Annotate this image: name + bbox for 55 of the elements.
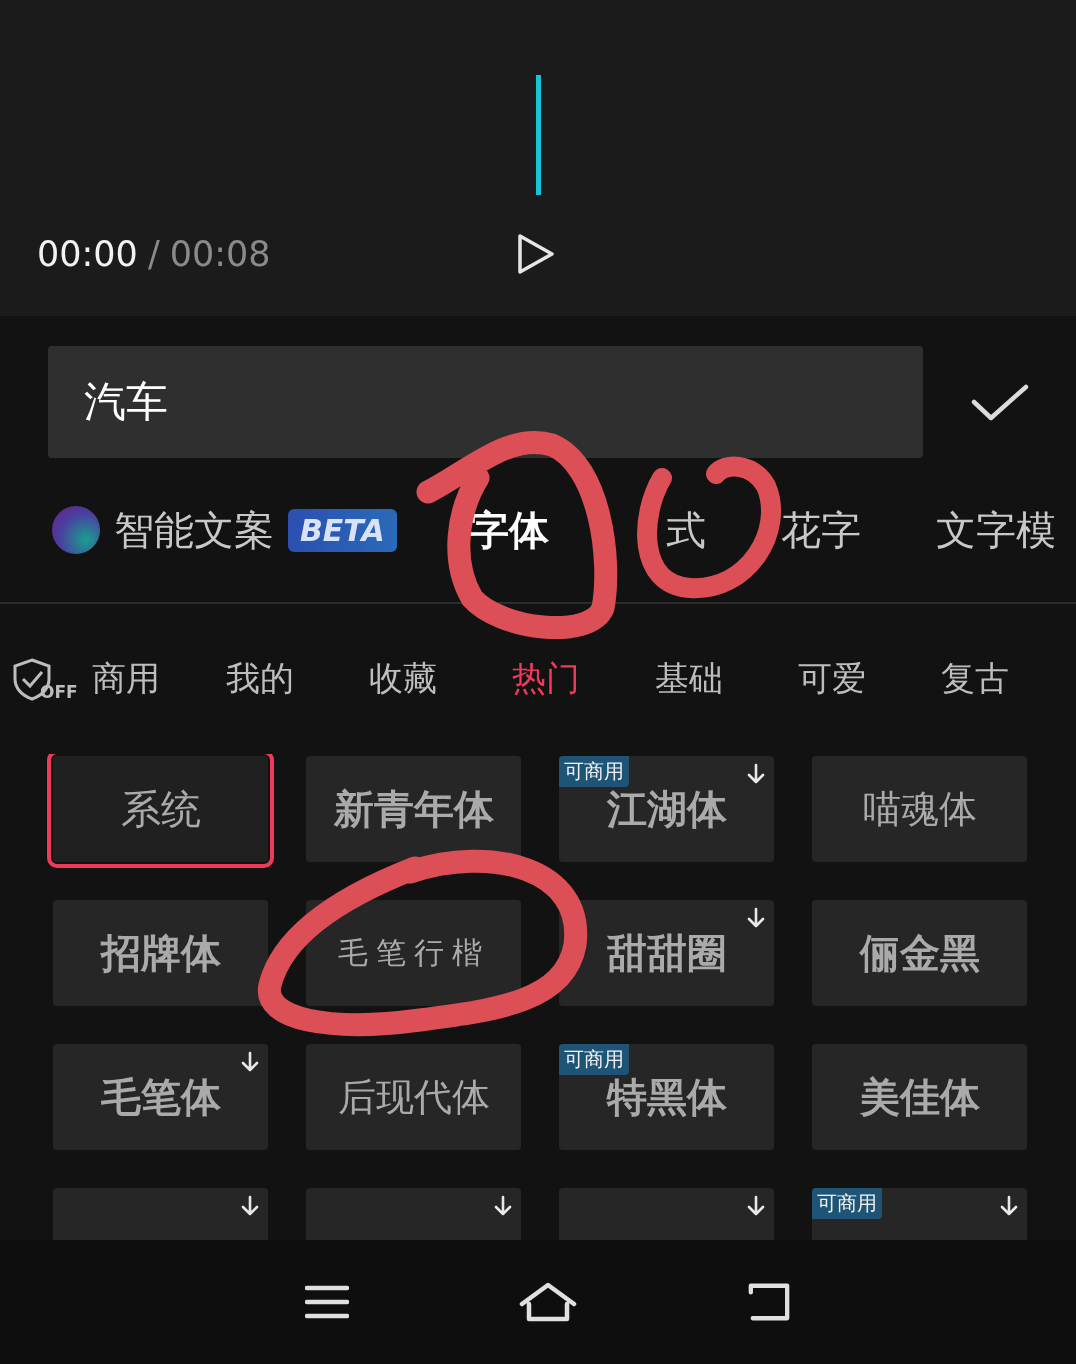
category-tab[interactable]: 基础: [654, 656, 723, 702]
font-card[interactable]: 喵魂体: [812, 756, 1027, 862]
tab[interactable]: 文字模: [935, 502, 1056, 558]
commercial-tag: 可商用: [559, 1044, 629, 1075]
download-icon[interactable]: [240, 1195, 260, 1216]
font-name: 系统: [120, 784, 201, 834]
check-icon[interactable]: [971, 382, 1029, 422]
font-card[interactable]: 毛笔行楷: [306, 900, 521, 1006]
font-name: 新青年体: [333, 784, 494, 834]
tab[interactable]: 花字: [780, 502, 861, 558]
download-icon[interactable]: [746, 907, 766, 928]
category-tab[interactable]: 热门: [511, 656, 580, 702]
download-icon[interactable]: [746, 763, 766, 784]
font-card[interactable]: 甜甜圈: [559, 900, 774, 1006]
beta-badge: BETA: [288, 508, 397, 552]
font-card[interactable]: 可商用: [812, 1188, 1027, 1240]
tab[interactable]: 字体: [468, 502, 549, 558]
font-name: 后现代体: [337, 1073, 490, 1121]
font-name: 喵魂体: [862, 785, 977, 833]
font-card[interactable]: 招牌体: [53, 900, 268, 1006]
tab[interactable]: 智能文案: [114, 502, 274, 558]
time-separator: /: [147, 234, 160, 274]
commercial-tag: 可商用: [559, 756, 629, 787]
tab[interactable]: 式: [665, 502, 706, 558]
font-name: 俪金黑: [859, 928, 980, 978]
font-name: 美佳体: [859, 1072, 980, 1122]
font-name: 特黑体: [606, 1072, 727, 1122]
commercial-tag: 可商用: [812, 1188, 882, 1219]
download-icon[interactable]: [746, 1195, 766, 1216]
category-tab[interactable]: 复古: [940, 656, 1009, 702]
font-name: 招牌体: [100, 927, 221, 978]
font-card[interactable]: 新青年体: [306, 756, 521, 862]
download-icon[interactable]: [493, 1195, 513, 1216]
duration: 00:08: [169, 234, 271, 274]
font-card[interactable]: 可商用 特黑体: [559, 1044, 774, 1150]
home-icon[interactable]: [519, 1282, 577, 1322]
category-tab[interactable]: 商用: [91, 656, 160, 702]
category-tab[interactable]: 收藏: [368, 656, 437, 702]
current-time: 00:00: [37, 234, 138, 274]
font-card[interactable]: 毛笔体: [53, 1044, 268, 1150]
gradient-orb-icon: [52, 506, 100, 554]
play-icon[interactable]: [516, 233, 556, 275]
text-input-field[interactable]: 汽车: [48, 346, 923, 458]
font-card[interactable]: 可商用 江湖体: [559, 756, 774, 862]
category-tab[interactable]: 可爱: [797, 656, 866, 702]
font-card[interactable]: 美佳体: [812, 1044, 1027, 1150]
font-name: 毛笔行楷: [337, 933, 490, 972]
download-icon[interactable]: [999, 1195, 1019, 1216]
back-icon[interactable]: [747, 1282, 791, 1322]
font-card[interactable]: 俪金黑: [812, 900, 1027, 1006]
font-name: 毛笔体: [100, 1071, 221, 1122]
category-tab[interactable]: 我的: [225, 656, 294, 702]
font-card[interactable]: 后现代体: [306, 1044, 521, 1150]
font-name: 甜甜圈: [606, 928, 727, 978]
download-icon[interactable]: [240, 1051, 260, 1072]
